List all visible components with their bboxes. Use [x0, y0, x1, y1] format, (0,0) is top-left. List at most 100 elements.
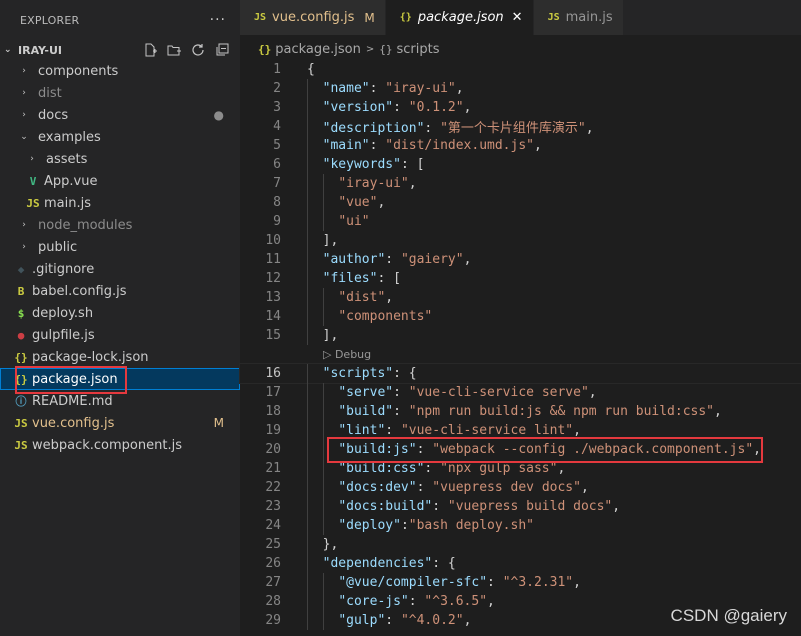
- tab-main-js[interactable]: JS main.js: [533, 0, 624, 35]
- json-string: "vuepress build docs": [447, 499, 613, 514]
- json-key: "deploy": [338, 518, 401, 533]
- editor-tabs: JS vue.config.js M {} package.json ✕ JS main.js: [240, 0, 801, 35]
- json-string: "npx gulp sass": [440, 461, 558, 476]
- tree-item-vue-config-js[interactable]: JS vue.config.js M: [0, 412, 240, 434]
- more-actions-icon[interactable]: ···: [210, 12, 226, 28]
- file-type-icon: ⓘ: [15, 395, 27, 408]
- tree-item-webpack-component-js[interactable]: JS webpack.component.js: [0, 434, 240, 456]
- json-key: "@vue/compiler-sfc": [338, 575, 488, 590]
- json-punctuation: ,: [534, 138, 542, 153]
- code-line[interactable]: 27 "@vue/compiler-sfc": "^3.2.31",: [240, 573, 801, 592]
- code-line[interactable]: 4 "description": "第一个卡片组件库演示",: [240, 117, 801, 136]
- tree-item-label: components: [38, 63, 119, 79]
- code-line[interactable]: 12 "files": [: [240, 269, 801, 288]
- tree-item-label: node_modules: [38, 217, 133, 233]
- code-line[interactable]: 2 "name": "iray-ui",: [240, 79, 801, 98]
- indent-guide: [323, 592, 324, 611]
- code-text: ],: [307, 233, 339, 248]
- indent-guide: [323, 421, 324, 440]
- indent-guide: [323, 193, 324, 212]
- tree-item-deploy-sh[interactable]: $ deploy.sh: [0, 302, 240, 324]
- tree-item-docs[interactable]: › docs ●: [0, 104, 240, 126]
- tab-label: main.js: [565, 10, 613, 25]
- json-punctuation: ,: [463, 100, 472, 115]
- json-string: "dist/index.umd.js": [385, 138, 534, 153]
- code-line[interactable]: 24 "deploy":"bash deploy.sh": [240, 516, 801, 535]
- code-line[interactable]: 3 "version": "0.1.2",: [240, 98, 801, 117]
- code-line[interactable]: 1{: [240, 60, 801, 79]
- tree-item-assets[interactable]: › assets: [0, 148, 240, 170]
- json-string: "vue-cli-service lint": [400, 423, 574, 438]
- json-key: "files": [322, 271, 378, 286]
- code-line[interactable]: 9 "ui": [240, 212, 801, 231]
- code-editor[interactable]: 1{2 "name": "iray-ui", 3 "version": "0.1.…: [239, 60, 801, 636]
- code-text: "build": "npm run build:js && npm run bu…: [307, 404, 722, 419]
- tree-item-dist[interactable]: › dist: [0, 82, 240, 104]
- new-file-icon[interactable]: [143, 43, 158, 57]
- indent-guide: [323, 459, 324, 478]
- json-string: "bash deploy.sh": [408, 518, 534, 533]
- code-text: "docs:dev": "vuepress dev docs",: [307, 480, 588, 495]
- code-line[interactable]: 25 },: [240, 535, 801, 554]
- code-line[interactable]: 5 "main": "dist/index.umd.js",: [240, 136, 801, 155]
- code-text: "components": [307, 309, 432, 324]
- refresh-icon[interactable]: [191, 43, 206, 57]
- tree-item-app-vue[interactable]: V App.vue: [0, 170, 240, 192]
- debug-codelens[interactable]: ▷ Debug: [240, 345, 801, 364]
- code-line[interactable]: 8 "vue",: [240, 193, 801, 212]
- tab-package-json[interactable]: {} package.json ✕: [385, 0, 534, 35]
- json-string: "第一个卡片组件库演示": [440, 121, 586, 136]
- line-number: 11: [265, 252, 281, 267]
- code-line[interactable]: 6 "keywords": [: [240, 155, 801, 174]
- code-line[interactable]: 17 "serve": "vue-cli-service serve",: [240, 383, 801, 402]
- code-text: "gulp": "^4.0.2",: [307, 613, 471, 628]
- tree-item-node-modules[interactable]: › node_modules: [0, 214, 240, 236]
- code-text: "dist",: [307, 290, 393, 305]
- tree-item-label: deploy.sh: [32, 305, 94, 321]
- code-text: "keywords": [: [307, 157, 425, 172]
- line-number: 26: [265, 556, 281, 571]
- tree-item-examples[interactable]: ⌄ examples: [0, 126, 240, 148]
- code-line[interactable]: 11 "author": "gaiery",: [240, 250, 801, 269]
- project-folder[interactable]: ⌄ IRAY-UI: [0, 40, 240, 60]
- tree-item-label: gulpfile.js: [32, 327, 95, 343]
- close-icon[interactable]: ✕: [512, 10, 523, 25]
- tab-vue-config-js[interactable]: JS vue.config.js M: [240, 0, 386, 35]
- tree-item-main-js[interactable]: JS main.js: [0, 192, 240, 214]
- code-line[interactable]: 10 ],: [240, 231, 801, 250]
- modified-badge: M: [213, 416, 224, 430]
- json-object-icon: {}: [379, 42, 393, 56]
- code-line[interactable]: 16 "scripts": {: [239, 363, 801, 384]
- indent-guide: [307, 79, 308, 98]
- code-line[interactable]: 15 ],: [240, 326, 801, 345]
- json-key: "version": [322, 100, 394, 115]
- collapse-all-icon[interactable]: [215, 43, 230, 57]
- json-punctuation: ,: [557, 461, 566, 476]
- json-punctuation: :: [385, 613, 401, 628]
- new-folder-icon[interactable]: [167, 43, 182, 57]
- json-key: "docs:dev": [338, 480, 417, 495]
- breadcrumb-node[interactable]: scripts: [396, 42, 439, 57]
- explorer-title: EXPLORER: [20, 13, 80, 27]
- tree-item-babel-config-js[interactable]: Bbabel.config.js: [0, 280, 240, 302]
- json-key: "gulp": [338, 613, 386, 628]
- code-line[interactable]: 22 "docs:dev": "vuepress dev docs",: [240, 478, 801, 497]
- code-line[interactable]: 23 "docs:build": "vuepress build docs",: [240, 497, 801, 516]
- breadcrumb-file[interactable]: package.json: [275, 42, 361, 57]
- highlight-build-js-line: [327, 437, 763, 463]
- code-line[interactable]: 26 "dependencies": {: [240, 554, 801, 573]
- indent-guide: [307, 459, 308, 478]
- tree-item-public[interactable]: › public: [0, 236, 240, 258]
- json-punctuation: :: [432, 499, 448, 514]
- tree-item-package-lock-json[interactable]: {} package-lock.json: [0, 346, 240, 368]
- code-line[interactable]: 18 "build": "npm run build:js && npm run…: [240, 402, 801, 421]
- code-line[interactable]: 7 "iray-ui",: [240, 174, 801, 193]
- indent-guide: [307, 174, 308, 193]
- tree-item-gulpfile-js[interactable]: ● gulpfile.js: [0, 324, 240, 346]
- code-line[interactable]: 14 "components": [240, 307, 801, 326]
- code-line[interactable]: 13 "dist",: [240, 288, 801, 307]
- json-key: "scripts": [322, 366, 394, 381]
- tree-item-gitignore[interactable]: ◆ .gitignore: [0, 258, 240, 280]
- tree-item-components[interactable]: › components: [0, 60, 240, 82]
- chevron-right-icon: ›: [30, 154, 34, 164]
